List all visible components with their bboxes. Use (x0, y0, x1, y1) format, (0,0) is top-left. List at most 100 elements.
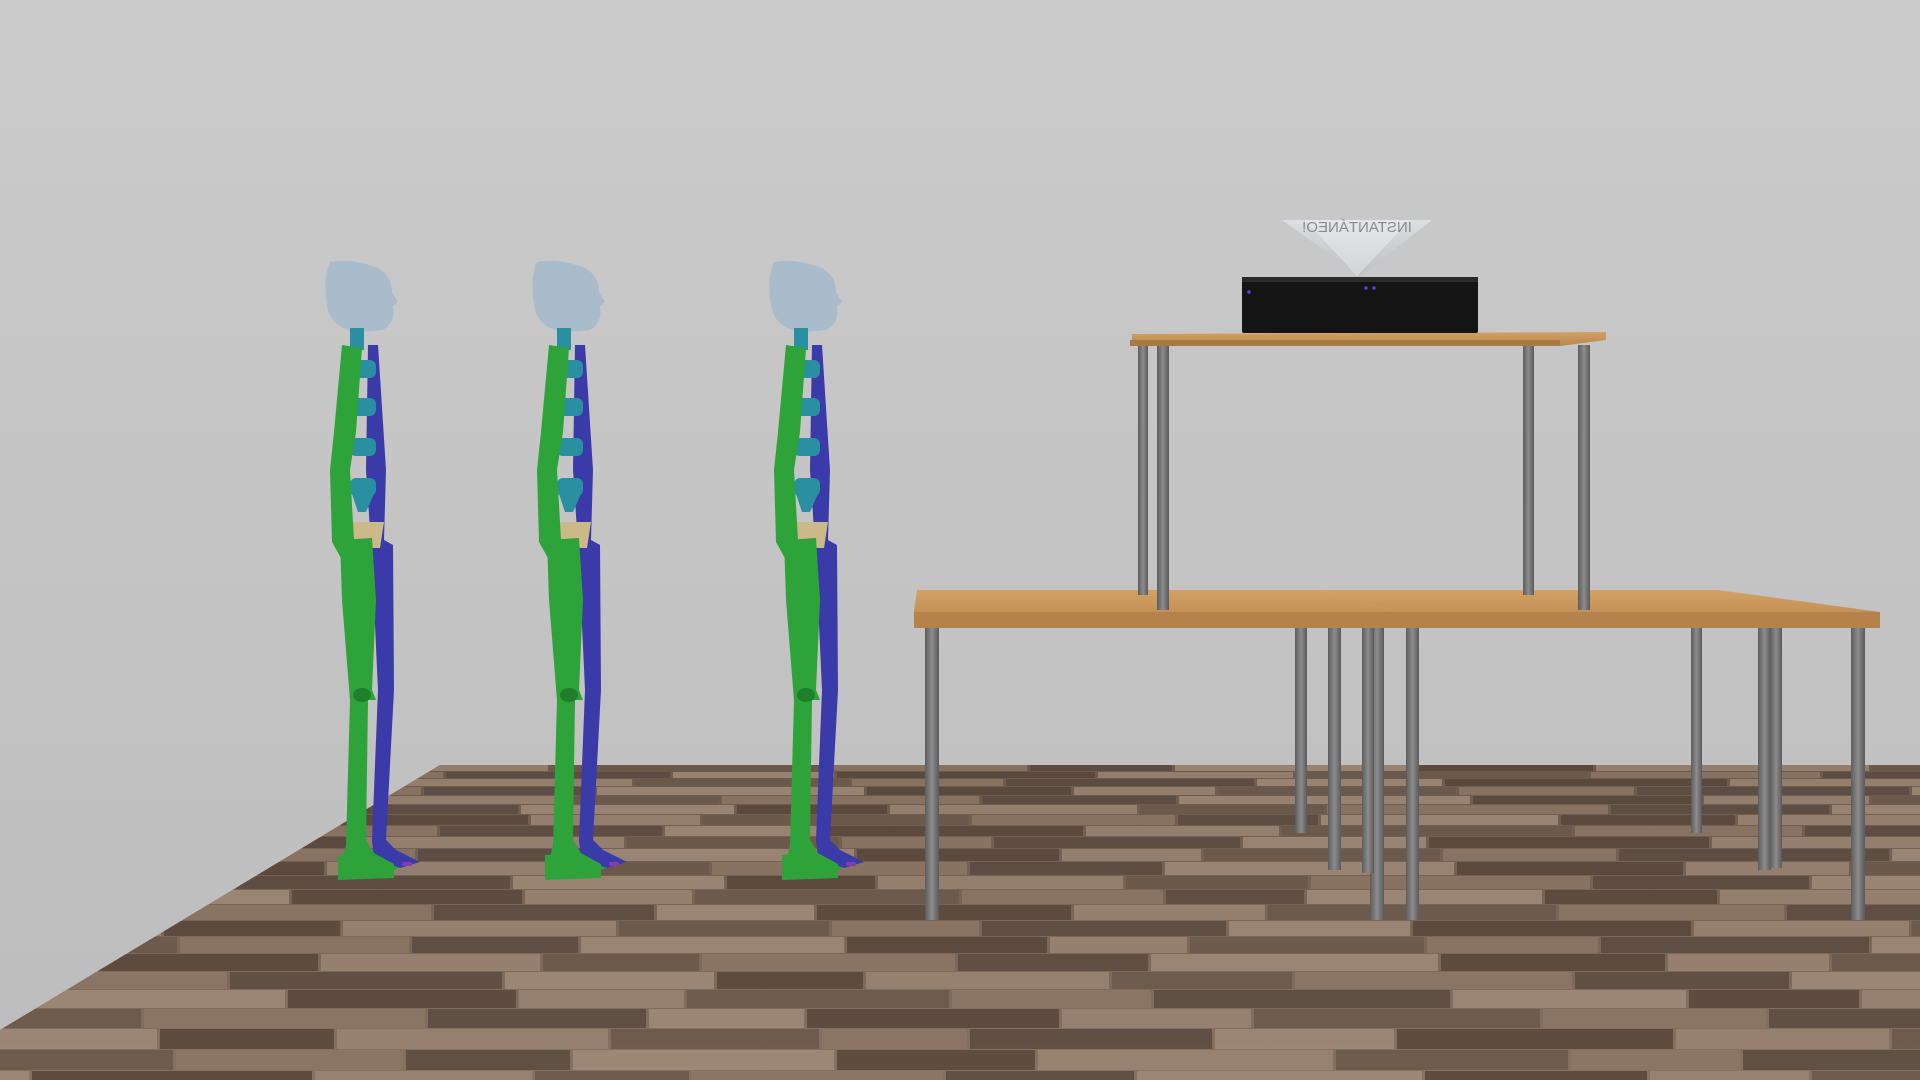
floor-plank (0, 1050, 173, 1070)
floor-plank (1704, 796, 1869, 804)
floor-plank (1112, 972, 1292, 989)
floor-plank (1812, 1071, 1920, 1080)
floor-plank (1561, 815, 1735, 825)
floor-plank (164, 921, 340, 936)
floor-plank (0, 1071, 29, 1080)
floor-plank (1453, 990, 1686, 1008)
floor-plank (315, 1071, 532, 1080)
floor-plank (1712, 837, 1920, 848)
floor-plank (1413, 921, 1691, 936)
floor-plank (1892, 849, 1920, 861)
floor-plank (521, 805, 734, 814)
floor-plank (952, 990, 1151, 1008)
floor-plank (1427, 937, 1598, 953)
floor-plank (32, 1071, 312, 1080)
floor-plank (1571, 1050, 1740, 1070)
floor-plank (1872, 796, 1920, 804)
floor-plank (505, 972, 714, 989)
floor-plank (1720, 890, 1920, 904)
black-projector-box (1242, 277, 1478, 333)
floor-plank (817, 905, 1071, 920)
floor-plank (822, 1029, 967, 1049)
floor-plank (737, 805, 887, 814)
floor-plank (827, 826, 1083, 836)
floor-plank (1668, 954, 1829, 971)
floor-plank (970, 1029, 1212, 1049)
floor-plank (958, 954, 1148, 971)
floor-plank (1593, 876, 1809, 889)
floor-plank (1151, 954, 1438, 971)
floor-plank (1769, 1009, 1920, 1028)
floor-plank (946, 1071, 1134, 1080)
floor-plank (1812, 876, 1920, 889)
floor-plank (847, 937, 1047, 953)
floor-plank (321, 954, 540, 971)
floor-plank (1062, 1009, 1251, 1028)
floor-plank (1126, 876, 1308, 889)
floor-plank (1074, 905, 1265, 920)
floor-plank (702, 954, 955, 971)
floor-plank (837, 1050, 1035, 1070)
floor-plank (1441, 954, 1665, 971)
floor-plank (866, 972, 1109, 989)
floor-plank (1254, 1009, 1540, 1028)
floor-plank (1912, 787, 1920, 795)
floor-plank (982, 921, 1226, 936)
floor-plank (180, 937, 409, 953)
floor-plank (1619, 849, 1889, 861)
floor-plank (832, 921, 979, 936)
floor-plank (857, 849, 1059, 861)
floor-plank (581, 937, 844, 953)
floor-plank (649, 1009, 804, 1028)
floor-plank (1311, 876, 1590, 889)
floor-plank (692, 1071, 943, 1080)
floor-plank (611, 1029, 819, 1049)
floor-plank (1425, 1071, 1647, 1080)
floor-plank (970, 862, 1162, 875)
floor-plank (144, 1009, 425, 1028)
floor-plank (1204, 849, 1440, 861)
floor-plank (519, 990, 684, 1008)
floor-plank (1336, 1050, 1568, 1070)
floor-plank (1295, 972, 1572, 989)
floor-plank (822, 765, 1027, 771)
floor-plank (1074, 787, 1215, 795)
floor-plank (543, 954, 699, 971)
floor-plank (842, 837, 991, 848)
floor-plank (440, 826, 662, 836)
floor-plank (1307, 890, 1542, 904)
floor-plank (1601, 937, 1869, 953)
floor-plank (1912, 921, 1920, 936)
floor-plank (1038, 1050, 1333, 1070)
floor-plank (722, 796, 979, 804)
floor-plank (1397, 1029, 1673, 1049)
floor-plank (619, 921, 829, 936)
floor-plank (1832, 805, 1920, 814)
floor-plank (1832, 954, 1920, 971)
floor-plank (867, 787, 1071, 795)
floor-plank (972, 815, 1175, 825)
floor-plank (1611, 805, 1829, 814)
floor-plank (1166, 890, 1304, 904)
floor-plank (428, 1009, 646, 1028)
floor-plank (1098, 772, 1293, 778)
floor-plank (176, 1050, 403, 1070)
floor-plank (1417, 765, 1593, 771)
floor-plank (695, 890, 959, 904)
floor-plank (0, 1029, 157, 1049)
floor-plank (513, 876, 724, 889)
floor-plank (1473, 796, 1701, 804)
floor-plank (1137, 1071, 1422, 1080)
floor-plank (1190, 937, 1424, 953)
floor-plank (837, 772, 1095, 778)
floor-plank (412, 937, 578, 953)
floor-plank (1457, 862, 1683, 875)
floor-plank (525, 890, 692, 904)
floor-plank (1006, 779, 1254, 786)
floor-plank (687, 990, 949, 1008)
floor-plank (1575, 972, 1789, 989)
floor-plank (573, 1050, 834, 1070)
floor-plank (1154, 990, 1450, 1008)
floor-plank (434, 905, 654, 920)
floor-plank (962, 890, 1163, 904)
